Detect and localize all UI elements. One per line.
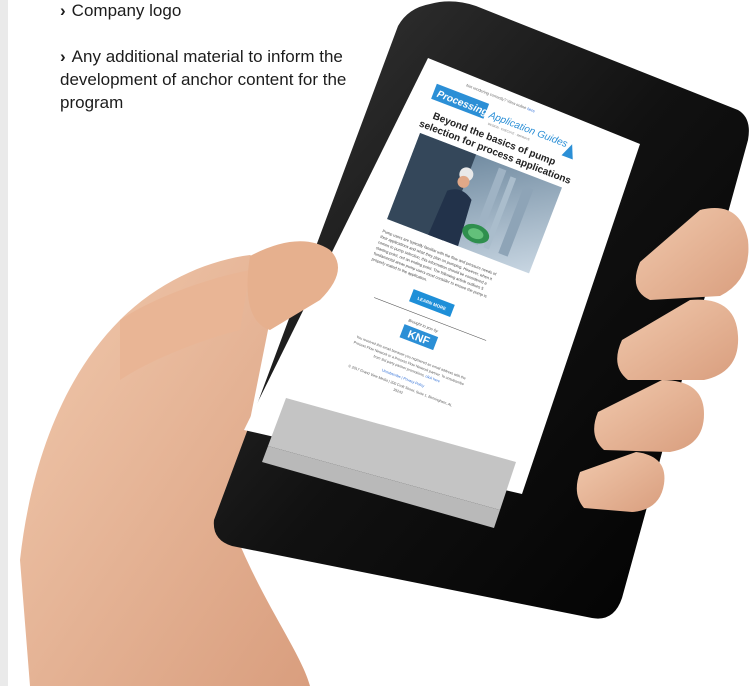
hand-holding-phone-illustration: Not rendering correctly? View online her… [20,1,749,686]
